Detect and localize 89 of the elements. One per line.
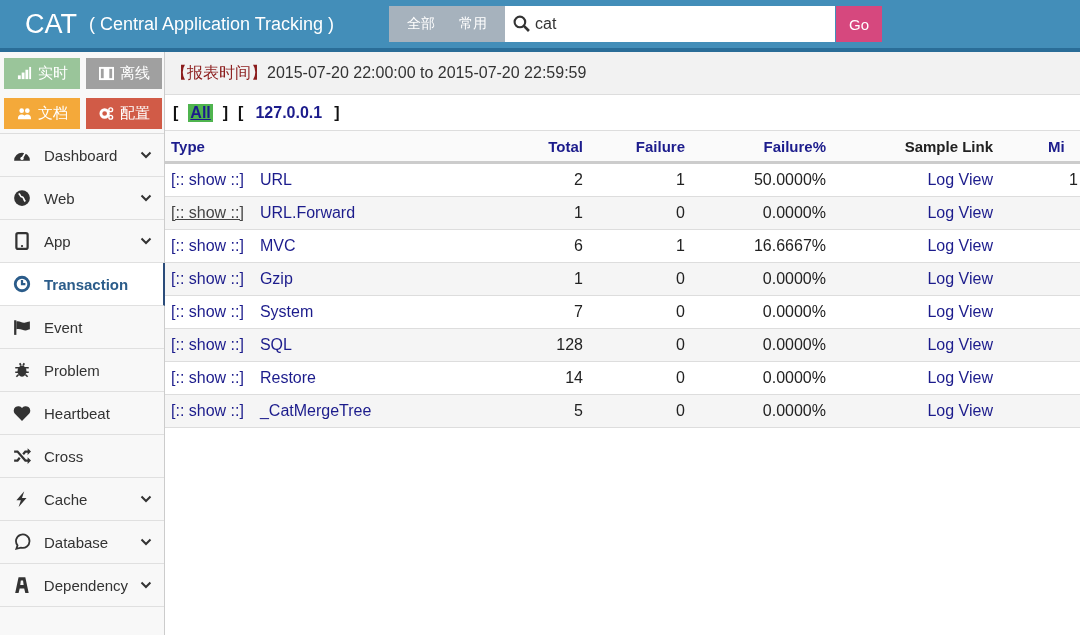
clock-icon xyxy=(12,275,32,293)
sidebar-item[interactable]: Cache xyxy=(0,478,164,521)
table-cell: 0 xyxy=(676,303,685,321)
table-cell: 0 xyxy=(676,204,685,222)
signal-bars-icon xyxy=(16,66,32,81)
type-name: MVC xyxy=(259,237,296,255)
heart-icon xyxy=(12,404,32,422)
table-cell: 7 xyxy=(574,303,583,321)
show-link[interactable]: [:: show ::] xyxy=(171,237,244,255)
sidebar-item[interactable]: Event xyxy=(0,306,164,349)
type-name: URL xyxy=(259,171,292,189)
show-link[interactable]: [:: show ::] xyxy=(171,336,244,354)
show-link[interactable]: [:: show ::] xyxy=(171,204,244,222)
type-name: URL.Forward xyxy=(259,204,356,222)
column-header[interactable]: Type xyxy=(171,137,205,155)
shortcut-button[interactable]: 配置 xyxy=(86,98,162,129)
log-view-link[interactable]: Log View xyxy=(927,237,993,255)
table-cell: 50.0000% xyxy=(753,171,826,189)
film-icon xyxy=(98,66,114,81)
table-cell: 0 xyxy=(676,402,685,420)
table-cell: 0.0000% xyxy=(762,336,826,354)
column-header[interactable]: Failure xyxy=(635,137,685,155)
table-cell: 0 xyxy=(676,270,685,288)
gears-icon xyxy=(98,106,114,121)
sidebar-item[interactable]: Transaction xyxy=(0,263,165,306)
show-link[interactable]: [:: show ::] xyxy=(171,369,244,387)
log-view-link[interactable]: Log View xyxy=(927,204,993,222)
type-name: SQL xyxy=(259,336,292,354)
sidebar-item[interactable]: Heartbeat xyxy=(0,392,164,435)
bracket-text: [ xyxy=(238,103,244,122)
speech-bubble-icon xyxy=(12,533,32,551)
log-view-link[interactable]: Log View xyxy=(927,303,993,321)
log-view-link[interactable]: Log View xyxy=(927,369,993,387)
type-name: _CatMergeTree xyxy=(259,402,372,420)
table-cell: 0.0000% xyxy=(762,270,826,288)
column-header[interactable]: Mi xyxy=(1048,137,1065,155)
table-cell: 128 xyxy=(556,336,583,354)
table-cell: 1 xyxy=(1069,171,1078,189)
show-link[interactable]: [:: show ::] xyxy=(171,171,244,189)
table-cell: 1 xyxy=(574,204,583,222)
table-cell: 0.0000% xyxy=(762,369,826,387)
show-link[interactable]: [:: show ::] xyxy=(171,402,244,420)
bracket-text: ] xyxy=(222,103,229,122)
table-cell: 1 xyxy=(574,270,583,288)
sidebar-item[interactable]: Problem xyxy=(0,349,164,392)
table-cell: 2 xyxy=(574,171,583,189)
table-cell: 1 xyxy=(676,237,685,255)
table-cell: 1 xyxy=(676,171,685,189)
go-button[interactable]: Go xyxy=(836,6,882,42)
bug-icon xyxy=(12,361,32,379)
log-view-link[interactable]: Log View xyxy=(927,336,993,354)
app-subtitle: ( Central Application Tracking ) xyxy=(89,13,336,35)
shuffle-icon xyxy=(12,447,32,465)
sidebar-item[interactable]: Cross xyxy=(0,435,164,478)
type-name: System xyxy=(259,303,314,321)
ip-filter-link[interactable]: 127.0.0.1 xyxy=(253,103,325,122)
table-cell: 5 xyxy=(574,402,583,420)
table-cell: 0 xyxy=(676,369,685,387)
users-icon xyxy=(16,106,32,121)
log-view-link[interactable]: Log View xyxy=(927,171,993,189)
table-cell: 16.6667% xyxy=(753,237,826,255)
table-cell: 0.0000% xyxy=(762,204,826,222)
type-name: Restore xyxy=(259,369,316,387)
search-field[interactable]: cat xyxy=(505,6,835,42)
app-title: CAT xyxy=(25,8,77,40)
show-link[interactable]: [:: show ::] xyxy=(171,270,244,288)
log-view-link[interactable]: Log View xyxy=(927,402,993,420)
log-view-link[interactable]: Log View xyxy=(927,270,993,288)
ip-filter-link[interactable]: All xyxy=(188,103,213,122)
flag-icon xyxy=(12,318,32,336)
table-cell: 0 xyxy=(676,336,685,354)
table-cell: 0.0000% xyxy=(762,303,826,321)
bracket-text: [ xyxy=(173,103,179,122)
table-cell: 6 xyxy=(574,237,583,255)
column-header[interactable]: Total xyxy=(548,137,583,155)
column-header: Sample Link xyxy=(904,137,993,155)
sidebar-item[interactable]: Database xyxy=(0,521,164,564)
report-time-label: 【报表时间】 xyxy=(171,62,267,83)
bracket-text: ] xyxy=(334,103,340,122)
table-cell: 0.0000% xyxy=(762,402,826,420)
sidebar-item[interactable]: Dashboard xyxy=(0,134,164,177)
report-time-range: 2015-07-20 22:00:00 to 2015-07-20 22:59:59 xyxy=(267,64,588,82)
column-header[interactable]: Failure% xyxy=(763,137,826,155)
phone-icon xyxy=(12,232,32,250)
type-name: Gzip xyxy=(259,270,293,288)
sidebar-item[interactable]: Web xyxy=(0,177,164,220)
table-cell: 14 xyxy=(565,369,583,387)
show-link[interactable]: [:: show ::] xyxy=(171,303,244,321)
sidebar-item[interactable]: Dependency xyxy=(0,564,164,607)
